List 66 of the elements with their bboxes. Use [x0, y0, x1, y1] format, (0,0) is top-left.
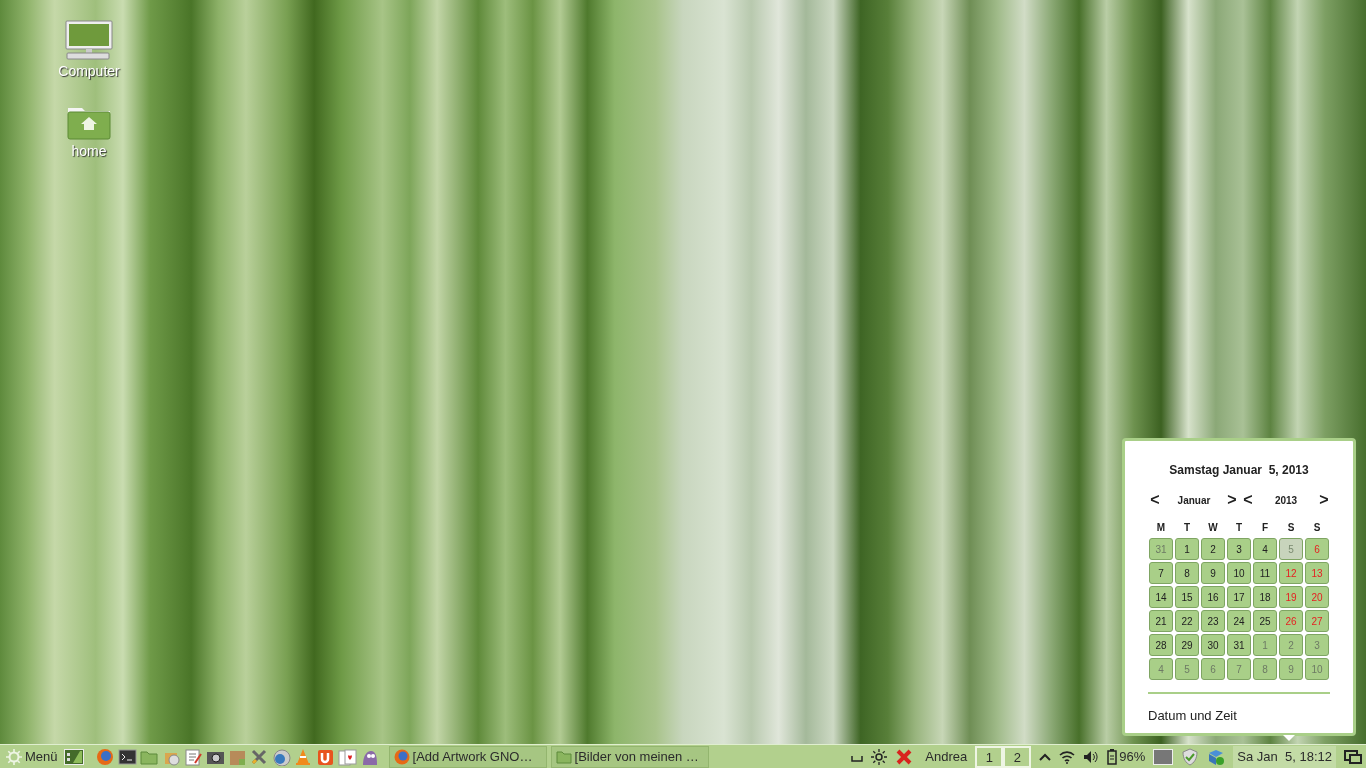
calendar-day[interactable]: 18 [1253, 586, 1277, 608]
cross-icon[interactable] [895, 747, 914, 766]
gear-icon [6, 748, 22, 765]
tools-icon[interactable] [249, 747, 269, 766]
calendar-day[interactable]: 2 [1201, 538, 1225, 560]
calendar-day[interactable]: 21 [1149, 610, 1173, 632]
battery-percentage: 96% [1119, 747, 1146, 766]
weekday-label: T [1234, 521, 1244, 535]
monitor-icon[interactable] [64, 20, 114, 60]
calendar-date-heading: Samstag Januar 5, 2013 [1169, 462, 1309, 479]
box-check-icon[interactable] [1207, 747, 1226, 766]
previous-year-button[interactable]: < [1240, 488, 1256, 512]
window-button[interactable]: [Add Artwork GNO… [388, 745, 547, 768]
window-button[interactable]: [Bilder von meinen … [550, 745, 709, 768]
date-time-settings-link[interactable]: Datum und Zeit [1148, 708, 1237, 723]
weekday-label: T [1182, 521, 1192, 535]
calendar-day[interactable]: 30 [1201, 634, 1225, 656]
user-name-button[interactable]: Andrea [925, 746, 968, 767]
calendar-day[interactable]: 17 [1227, 586, 1251, 608]
playing-cards-icon[interactable] [337, 747, 357, 766]
calendar-day[interactable]: 29 [1175, 634, 1199, 656]
next-year-button[interactable]: > [1316, 488, 1332, 512]
speaker-icon[interactable] [1083, 749, 1100, 764]
calendar-day[interactable]: 3 [1227, 538, 1251, 560]
calendar-day[interactable]: 10 [1227, 562, 1251, 584]
month-label: Januar [1176, 493, 1212, 508]
windows-icon[interactable] [1344, 748, 1362, 765]
calendar-day[interactable]: 14 [1149, 586, 1173, 608]
display-icon[interactable] [1153, 748, 1174, 765]
previous-month-button[interactable]: < [1146, 488, 1164, 512]
workspace-button[interactable]: 1 [975, 745, 1004, 768]
weekday-label: W [1207, 521, 1219, 535]
calendar-day[interactable]: 28 [1149, 634, 1173, 656]
weekday-label: S [1286, 521, 1296, 535]
weekday-label: F [1260, 521, 1270, 535]
workspace-button[interactable]: 2 [1003, 745, 1032, 768]
calendar-day[interactable]: 31 [1227, 634, 1251, 656]
calendar-day[interactable]: 15 [1175, 586, 1199, 608]
weekday-label: S [1312, 521, 1322, 535]
calendar-day[interactable]: 9 [1201, 562, 1225, 584]
letter-u-tile-icon[interactable] [315, 747, 335, 766]
menu-button[interactable]: Menü [0, 745, 64, 768]
year-label: 2013 [1273, 493, 1299, 508]
calendar-day[interactable]: 23 [1201, 610, 1225, 632]
calendar-day[interactable]: 4 [1253, 538, 1277, 560]
calendar-day[interactable]: 1 [1175, 538, 1199, 560]
calendar-day[interactable]: 16 [1201, 586, 1225, 608]
calendar-day[interactable]: 7 [1149, 562, 1173, 584]
sun-icon[interactable] [871, 748, 888, 765]
shield-check-icon[interactable] [1181, 747, 1200, 766]
calendar-day[interactable]: 25 [1253, 610, 1277, 632]
wifi-icon[interactable] [1059, 749, 1076, 764]
calendar-day[interactable]: 24 [1227, 610, 1251, 632]
folder-icon [555, 748, 572, 765]
globe-icon [393, 748, 410, 765]
calendar-day[interactable]: 22 [1175, 610, 1199, 632]
show-desktop-icon[interactable] [63, 748, 84, 765]
next-month-button[interactable]: > [1224, 488, 1240, 512]
calendar-day[interactable]: 11 [1253, 562, 1277, 584]
weekday-label: M [1155, 521, 1167, 535]
clock-button[interactable]: Sa Jan 5, 18:12 [1233, 745, 1336, 768]
text-editor-icon[interactable] [183, 747, 203, 766]
battery-icon[interactable] [1107, 748, 1118, 765]
calendar-day[interactable]: 8 [1175, 562, 1199, 584]
traffic-cone-icon[interactable] [293, 747, 313, 766]
terminal-icon[interactable] [117, 747, 137, 766]
